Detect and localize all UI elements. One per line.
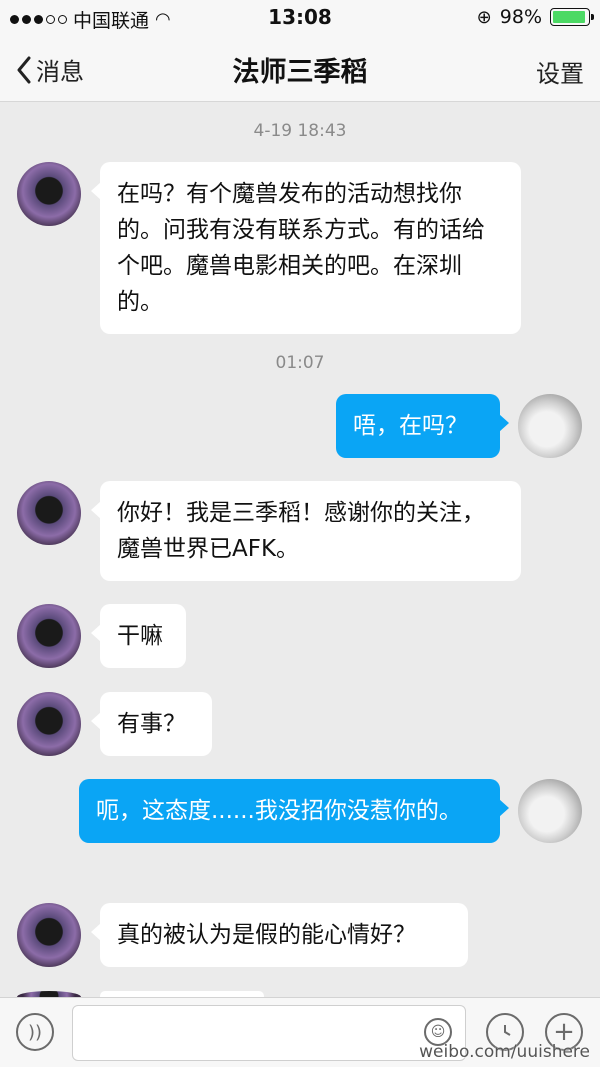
incoming-message-bubble[interactable]: 干嘛	[91, 604, 186, 668]
voice-icon: ))	[27, 1021, 43, 1043]
status-right: ⊕ 98%	[476, 6, 594, 28]
battery-icon	[550, 8, 594, 26]
message-input[interactable]	[72, 1005, 466, 1061]
settings-button[interactable]: 设置	[536, 54, 584, 89]
incoming-message-bubble[interactable]: 在吗？有个魔兽发布的活动想找你的。问我有没有联系方式。有的话给个吧。魔兽电影相关…	[91, 162, 521, 334]
incoming-message-bubble[interactable]: 你好！我是三季稻！感谢你的关注，魔兽世界已AFK。	[91, 481, 521, 581]
voice-input-button[interactable]: ))	[16, 1013, 54, 1051]
outgoing-message-bubble[interactable]: 唔，在吗？	[336, 394, 509, 458]
timestamp: 4-19 18:43	[253, 121, 347, 141]
contact-avatar[interactable]	[17, 481, 81, 545]
smiley-icon: ☺	[430, 1024, 446, 1040]
contact-avatar[interactable]	[17, 604, 81, 668]
outgoing-message-bubble[interactable]: 呃，这态度......我没招你没惹你的。	[79, 779, 509, 843]
clock-icon	[504, 1025, 511, 1036]
nav-bar: 消息 法师三季稻 设置	[0, 34, 600, 102]
contact-avatar[interactable]	[17, 692, 81, 756]
contact-avatar[interactable]	[17, 903, 81, 967]
incoming-message-bubble[interactable]: 有事？	[91, 692, 212, 756]
orientation-lock-icon: ⊕	[476, 6, 492, 28]
user-avatar[interactable]	[518, 394, 582, 458]
user-avatar[interactable]	[518, 779, 582, 843]
battery-percent: 98%	[499, 6, 542, 28]
timestamp: 01:07	[275, 353, 325, 373]
contact-avatar[interactable]	[17, 162, 81, 226]
watermark: weibo.com/uuishere	[419, 1042, 590, 1062]
incoming-message-bubble[interactable]: 真的被认为是假的能心情好？	[91, 903, 468, 967]
status-bar: 中国联通 ◠ 13:08 ⊕ 98%	[0, 0, 600, 34]
conversation-title: 法师三季稻	[232, 57, 368, 88]
